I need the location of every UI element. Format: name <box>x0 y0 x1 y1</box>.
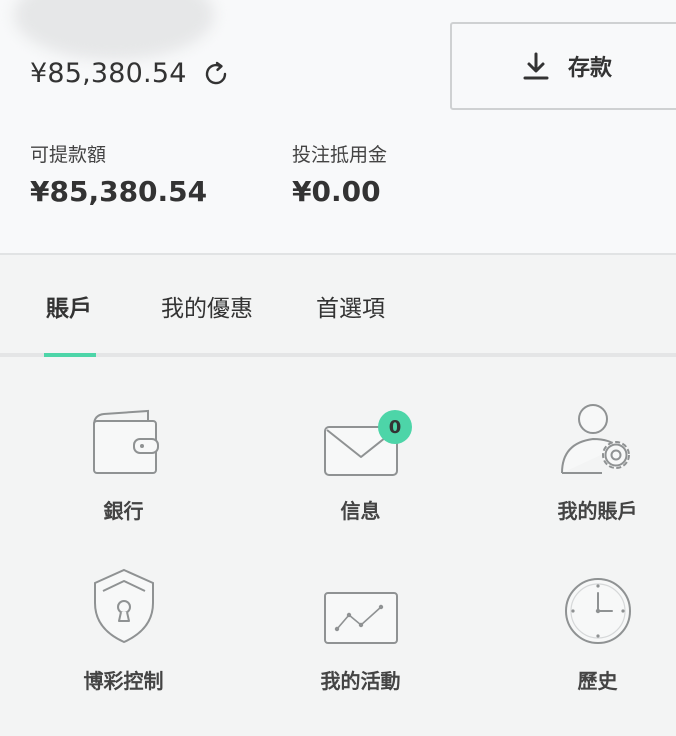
tile-gambling-controls-label: 博彩控制 <box>83 669 164 693</box>
deposit-label: 存款 <box>568 56 613 81</box>
tile-messages[interactable]: 0 信息 <box>248 395 473 545</box>
user-settings-icon <box>560 404 630 474</box>
message-count-badge: 0 <box>378 410 412 444</box>
bet-credit-balance: 投注抵用金 ¥0.00 <box>292 140 387 208</box>
tile-gambling-controls[interactable]: 博彩控制 <box>11 565 236 715</box>
total-balance: ¥85,380.54 <box>30 58 231 89</box>
withdrawable-label: 可提款額 <box>30 144 107 166</box>
account-tabs: 賬戶 我的優惠 首選項 <box>0 257 676 357</box>
wallet-icon <box>92 409 159 474</box>
tile-my-activity[interactable]: 我的活動 <box>248 565 473 715</box>
blurred-username <box>14 0 214 60</box>
download-icon <box>523 52 549 80</box>
tab-account[interactable]: 賬戶 <box>46 289 92 323</box>
activity-chart-icon <box>323 592 398 644</box>
total-balance-value: ¥85,380.54 <box>30 58 187 89</box>
tile-my-activity-label: 我的活動 <box>320 669 401 693</box>
tab-preferences[interactable]: 首選項 <box>316 289 385 323</box>
refresh-icon[interactable] <box>201 59 231 89</box>
tile-my-account-label: 我的賬戶 <box>557 499 638 523</box>
balance-summary: ¥85,380.54 存款 可提款額 ¥85,380.54 投注抵用金 ¥0.0… <box>0 0 676 255</box>
deposit-button[interactable]: 存款 <box>450 22 676 110</box>
bet-credit-value: ¥0.00 <box>292 175 381 208</box>
bet-credit-label: 投注抵用金 <box>292 144 388 166</box>
withdrawable-value: ¥85,380.54 <box>30 175 208 208</box>
withdrawable-balance: 可提款額 ¥85,380.54 <box>30 140 207 208</box>
tile-bank[interactable]: 銀行 <box>11 395 236 545</box>
tab-my-promotions[interactable]: 我的優惠 <box>161 289 253 323</box>
active-tab-indicator <box>44 353 96 357</box>
account-page: ¥85,380.54 存款 可提款額 ¥85,380.54 投注抵用金 ¥0.0… <box>0 0 676 736</box>
tile-bank-label: 銀行 <box>103 499 144 523</box>
tile-history[interactable]: 歷史 <box>485 565 676 715</box>
shield-lock-icon <box>93 568 154 644</box>
clock-icon <box>564 578 631 644</box>
tile-my-account[interactable]: 我的賬戶 <box>485 395 676 545</box>
tile-history-label: 歷史 <box>577 669 618 693</box>
tile-messages-label: 信息 <box>340 499 381 523</box>
